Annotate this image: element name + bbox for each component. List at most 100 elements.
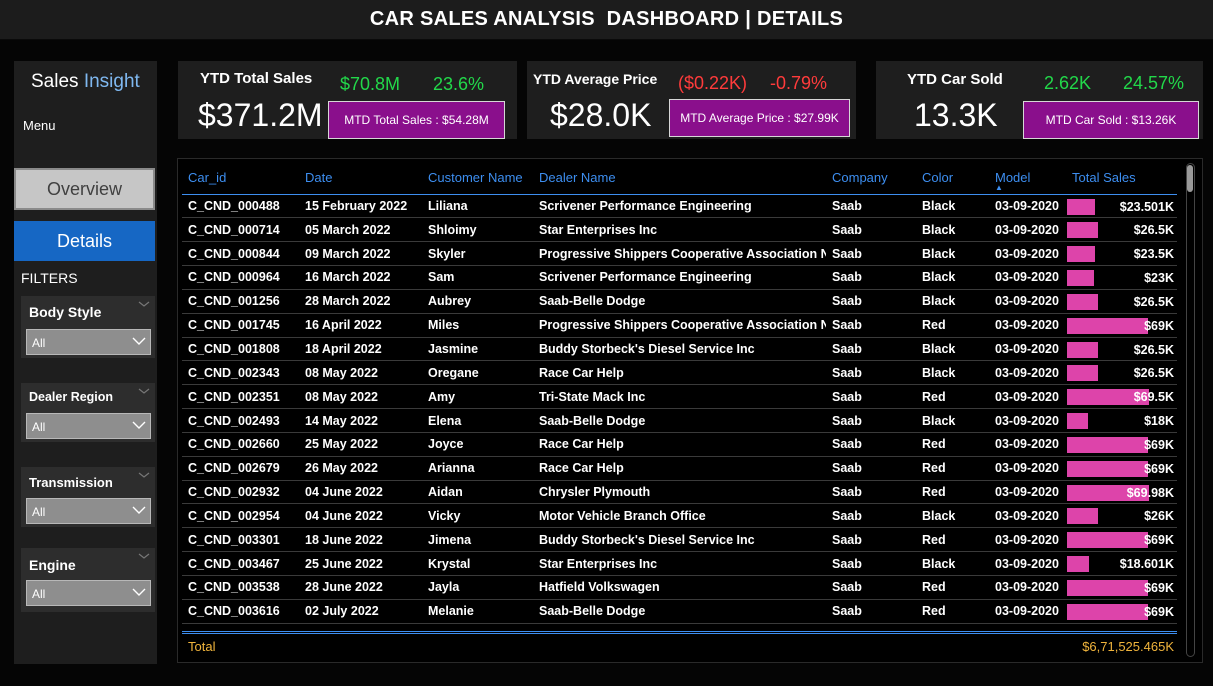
cell-total-sales: $26.5K — [1066, 289, 1177, 314]
sales-value: $23.5K — [1133, 247, 1174, 262]
cell-color: Red — [916, 456, 989, 481]
cell-dealer-name: Hatfield Volkswagen — [533, 575, 826, 600]
cell-car-id: C_CND_001745 — [182, 313, 299, 338]
table-row[interactable]: C_CND_000964 16 March 2022 Sam Scrivener Pe… — [182, 265, 1177, 290]
table-row[interactable]: C_CND_002493 14 May 2022 Elena Saab-Belle D… — [182, 408, 1177, 433]
sales-value: $69.98K — [1126, 485, 1174, 500]
transmission-dropdown[interactable]: All — [26, 498, 151, 524]
cell-model: 03-09-2020 — [989, 384, 1066, 410]
cell-total-sales: $69K — [1066, 313, 1177, 338]
cell-color: Black — [916, 241, 989, 267]
cell-total-sales: $26.5K — [1066, 337, 1177, 362]
sales-data-bar — [1067, 365, 1098, 382]
column-header-date[interactable]: Date — [299, 162, 422, 195]
dealer-region-dropdown[interactable]: All — [26, 413, 151, 439]
cell-model: 03-09-2020 — [989, 313, 1066, 338]
cell-dealer-name: Star Enterprises Inc — [533, 217, 826, 243]
cell-car-id: C_CND_000488 — [182, 194, 299, 219]
cell-dealer-name: Scrivener Performance Engineering — [533, 265, 826, 290]
cell-date: 15 February 2022 — [299, 194, 422, 219]
body-style-dropdown[interactable]: All — [26, 329, 151, 355]
chevron-down-icon — [132, 506, 146, 514]
column-header-customer-name[interactable]: Customer Name — [422, 162, 533, 195]
engine-dropdown[interactable]: All — [26, 580, 151, 606]
cell-total-sales: $23.501K — [1066, 194, 1177, 219]
sales-data-bar — [1067, 198, 1095, 215]
table-row[interactable]: C_CND_003538 28 June 2022 Jayla Hatfield Vo… — [182, 575, 1177, 600]
table-header-row: Car_id Date Customer Name Dealer Name Co… — [182, 162, 1177, 195]
partially-visible-row — [182, 628, 1177, 632]
cell-car-id: C_CND_002679 — [182, 456, 299, 481]
table-row[interactable]: C_CND_002660 25 May 2022 Joyce Race Car Hel… — [182, 432, 1177, 457]
kpi-delta-absolute: $70.8M — [340, 74, 401, 94]
table-row[interactable]: C_CND_000844 09 March 2022 Skyler Progressi… — [182, 241, 1177, 267]
cell-color: Red — [916, 480, 989, 505]
sales-data-bar — [1067, 508, 1098, 525]
cell-car-id: C_CND_001808 — [182, 337, 299, 362]
cell-total-sales: $18K — [1066, 408, 1177, 433]
page-title: CAR SALES ANALYSIS DASHBOARD | DETAILS — [369, 8, 844, 30]
cell-date: 04 June 2022 — [299, 503, 422, 529]
details-nav-button[interactable]: Details — [14, 221, 155, 261]
cell-customer-name: Liliana — [422, 194, 533, 219]
table-row[interactable]: C_CND_001256 28 March 2022 Aubrey Saab-Bell… — [182, 289, 1177, 314]
chevron-down-icon[interactable] — [138, 551, 150, 561]
cell-customer-name: Joyce — [422, 432, 533, 457]
table-row[interactable]: C_CND_002679 26 May 2022 Arianna Race Car H… — [182, 456, 1177, 481]
vertical-scrollbar[interactable] — [1186, 163, 1195, 657]
cell-date: 25 May 2022 — [299, 432, 422, 457]
cell-customer-name: Oregane — [422, 360, 533, 386]
dropdown-value: All — [32, 420, 46, 434]
cell-dealer-name: Progressive Shippers Cooperative Associa… — [533, 313, 826, 338]
chevron-down-icon[interactable] — [138, 386, 150, 396]
sales-data-bar — [1067, 293, 1098, 310]
table-row[interactable]: C_CND_000714 05 March 2022 Shloimy Star Ent… — [182, 217, 1177, 243]
table-row[interactable]: C_CND_002351 08 May 2022 Amy Tri-State Mack… — [182, 384, 1177, 410]
cell-customer-name: Aubrey — [422, 289, 533, 314]
table-row[interactable]: C_CND_001808 18 April 2022 Jasmine Buddy St… — [182, 337, 1177, 362]
column-header-model[interactable]: Model ▲ — [989, 162, 1066, 195]
cell-dealer-name: Race Car Help — [533, 360, 826, 386]
kpi-delta-percent: 23.6% — [433, 74, 485, 94]
cell-customer-name: Krystal — [422, 551, 533, 576]
mtd-badge: MTD Total Sales : $54.28M — [328, 101, 505, 139]
column-header-car-id[interactable]: Car_id — [182, 162, 299, 195]
cell-total-sales: $26.5K — [1066, 360, 1177, 386]
cell-color: Black — [916, 360, 989, 386]
cell-model: 03-09-2020 — [989, 408, 1066, 433]
chevron-down-icon[interactable] — [138, 299, 150, 309]
cell-customer-name: Sam — [422, 265, 533, 290]
table-row[interactable]: C_CND_002343 08 May 2022 Oregane Race Car H… — [182, 360, 1177, 386]
overview-nav-button[interactable]: Overview — [14, 168, 155, 210]
cell-total-sales: $69.5K — [1066, 384, 1177, 410]
cell-car-id: C_CND_003467 — [182, 551, 299, 576]
column-header-color[interactable]: Color — [916, 162, 989, 195]
scrollbar-thumb[interactable] — [1187, 165, 1193, 192]
table-row[interactable]: C_CND_003301 18 June 2022 Jimena Buddy Stor… — [182, 527, 1177, 553]
sales-value: $26.5K — [1133, 223, 1174, 238]
cell-total-sales: $18.601K — [1066, 551, 1177, 576]
filter-title: Transmission — [29, 475, 113, 490]
cell-car-id: C_CND_002351 — [182, 384, 299, 410]
table-row[interactable]: C_CND_002954 04 June 2022 Vicky Motor Vehic… — [182, 503, 1177, 529]
cell-dealer-name: Saab-Belle Dodge — [533, 599, 826, 624]
column-header-total-sales[interactable]: Total Sales — [1066, 162, 1177, 195]
cell-customer-name: Amy — [422, 384, 533, 410]
table-row[interactable]: C_CND_002932 04 June 2022 Aidan Chrysler Pl… — [182, 480, 1177, 505]
table-row[interactable]: C_CND_000488 15 February 2022 Liliana Scriv… — [182, 194, 1177, 219]
column-header-company[interactable]: Company — [826, 162, 916, 195]
cell-dealer-name: Tri-State Mack Inc — [533, 384, 826, 410]
filter-engine: Engine All — [21, 548, 155, 612]
chevron-down-icon — [132, 337, 146, 345]
table-row[interactable]: C_CND_001745 16 April 2022 Miles Progressiv… — [182, 313, 1177, 338]
cell-color: Black — [916, 194, 989, 219]
table-row[interactable]: C_CND_003467 25 June 2022 Krystal Star Ente… — [182, 551, 1177, 576]
table-row[interactable]: C_CND_003616 02 July 2022 Melanie Saab-Bell… — [182, 599, 1177, 624]
chevron-down-icon[interactable] — [138, 470, 150, 480]
column-header-dealer-name[interactable]: Dealer Name — [533, 162, 826, 195]
dropdown-value: All — [32, 505, 46, 519]
sales-value: $18.601K — [1119, 557, 1174, 572]
sales-value: $69K — [1144, 604, 1174, 619]
cell-customer-name: Melanie — [422, 599, 533, 624]
cell-total-sales: $26K — [1066, 503, 1177, 529]
